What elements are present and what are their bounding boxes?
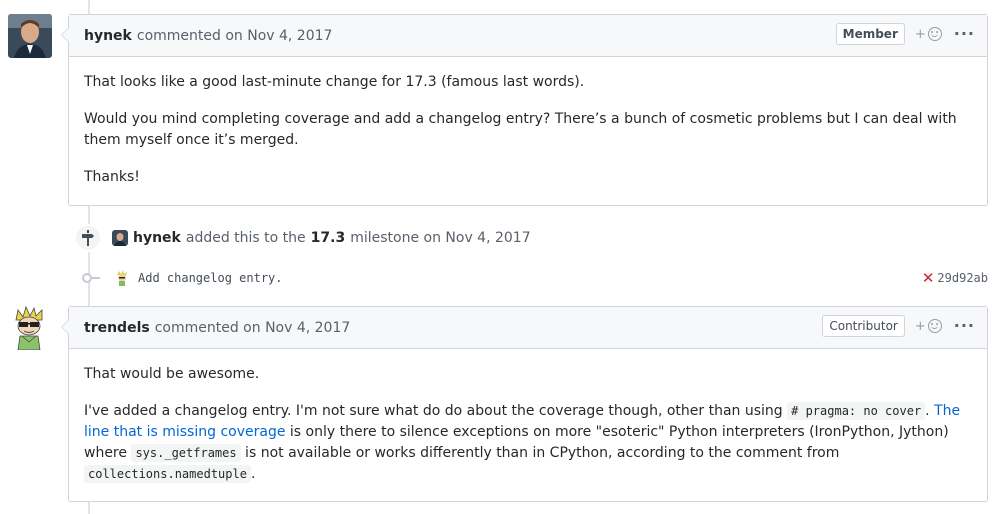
more-options-button[interactable]: ··· xyxy=(954,318,975,334)
comment-author[interactable]: trendels xyxy=(84,320,150,336)
comment-author[interactable]: hynek xyxy=(84,28,132,44)
commit-row: Add changelog entry. ✕ 29d92ab xyxy=(80,268,988,288)
smiley-icon xyxy=(927,319,942,333)
comment-actions: Member + ··· xyxy=(835,23,975,45)
event-text: milestone on Nov 4, 2017 xyxy=(350,230,531,246)
avatar[interactable] xyxy=(8,306,52,350)
add-reaction-button[interactable]: + xyxy=(915,319,942,334)
avatar-photo-icon xyxy=(8,14,52,58)
cartoon-avatar-icon xyxy=(8,306,52,350)
text-run: . xyxy=(250,466,256,482)
commit-message[interactable]: Add changelog entry. xyxy=(138,271,283,285)
git-commit-icon xyxy=(82,273,92,283)
comment-paragraph: I've added a changelog entry. I'm not su… xyxy=(84,401,972,485)
comment-paragraph: Thanks! xyxy=(84,169,140,185)
comment-body: That looks like a good last-minute chang… xyxy=(69,57,987,203)
milestone-icon xyxy=(74,224,102,252)
avatar-photo-icon xyxy=(112,230,128,246)
comment-trendels: trendels commented on Nov 4, 2017 Contri… xyxy=(61,306,988,502)
comment-actions: Contributor + ··· xyxy=(822,315,975,337)
comment-paragraph: That looks like a good last-minute chang… xyxy=(84,74,585,90)
text-run: is not available or works differently th… xyxy=(240,445,840,461)
avatar[interactable] xyxy=(8,14,52,58)
role-badge: Contributor xyxy=(822,315,905,337)
commit-sha[interactable]: 29d92ab xyxy=(937,271,988,285)
milestone-link[interactable]: 17.3 xyxy=(311,230,346,246)
plus-label: + xyxy=(914,318,926,334)
inline-code: # pragma: no cover xyxy=(787,402,926,420)
event-text: added this to the xyxy=(185,230,306,246)
commit-status: ✕ 29d92ab xyxy=(922,269,988,287)
comment-header: hynek commented on Nov 4, 2017 Member + … xyxy=(69,15,987,57)
x-icon[interactable]: ✕ xyxy=(922,269,935,287)
comment-header: trendels commented on Nov 4, 2017 Contri… xyxy=(69,307,987,349)
comment-body: That would be awesome. I've added a chan… xyxy=(69,349,987,500)
more-options-button[interactable]: ··· xyxy=(954,26,975,42)
comment-hynek: hynek commented on Nov 4, 2017 Member + … xyxy=(61,14,988,206)
add-reaction-button[interactable]: + xyxy=(915,27,942,42)
comment-timestamp[interactable]: commented on Nov 4, 2017 xyxy=(155,320,351,336)
plus-label: + xyxy=(914,26,926,42)
comment-paragraph: Would you mind completing coverage and a… xyxy=(84,111,957,148)
comment-timestamp[interactable]: commented on Nov 4, 2017 xyxy=(137,28,333,44)
smiley-icon xyxy=(927,27,942,41)
commit-author-avatar[interactable] xyxy=(114,270,130,286)
role-badge: Member xyxy=(835,23,905,45)
inline-code: sys._getframes xyxy=(131,444,241,462)
cartoon-avatar-icon xyxy=(114,270,130,286)
commit-connector xyxy=(92,277,100,279)
milestone-event: hynek added this to the 17.3 milestone o… xyxy=(74,224,531,252)
text-run: . xyxy=(925,403,935,419)
inline-code: collections.namedtuple xyxy=(84,465,251,483)
text-run: I've added a changelog entry. I'm not su… xyxy=(84,403,788,419)
comment-paragraph: That would be awesome. xyxy=(84,366,260,382)
actor-avatar[interactable] xyxy=(112,230,128,246)
event-actor[interactable]: hynek xyxy=(133,230,181,246)
